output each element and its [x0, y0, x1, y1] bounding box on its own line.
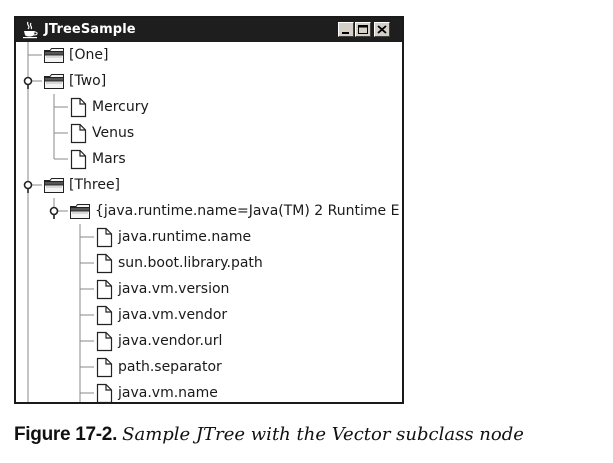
document-icon: [70, 149, 87, 170]
document-icon: [96, 357, 113, 378]
minimize-icon: [342, 32, 349, 34]
tree-leaf-node-label[interactable]: java.vendor.url: [118, 332, 222, 350]
close-button[interactable]: [374, 22, 390, 37]
tree-leaf-node-label[interactable]: Mars: [92, 150, 126, 168]
tree-folder-node-label[interactable]: {java.runtime.name=Java(TM) 2 Runtime E: [95, 202, 399, 220]
close-icon: [377, 25, 387, 34]
tree-view[interactable]: [One] [Two] Mercury Venus Mars [Three] {java.r…: [16, 42, 402, 402]
expand-handle-icon[interactable]: [23, 180, 33, 194]
maximize-icon: [358, 25, 368, 34]
jtree-sample-window: JTreeSample [One] [Two] Mercury Venus Mars [T…: [14, 16, 404, 404]
tree-folder-node-label[interactable]: [Three]: [69, 176, 120, 194]
folder-icon: [44, 48, 64, 63]
minimize-button[interactable]: [338, 22, 354, 37]
document-icon: [96, 227, 113, 248]
tree-leaf-node-label[interactable]: sun.boot.library.path: [118, 254, 263, 272]
document-icon: [96, 383, 113, 402]
title-bar[interactable]: JTreeSample: [16, 18, 402, 42]
figure-number: Figure 17-2.: [14, 424, 118, 445]
tree-leaf-node-label[interactable]: java.vm.name: [118, 384, 218, 402]
document-icon: [96, 279, 113, 300]
folder-icon: [44, 74, 64, 89]
tree-folder-node-label[interactable]: [One]: [69, 46, 108, 64]
document-icon: [96, 253, 113, 274]
window-title: JTreeSample: [44, 22, 136, 37]
document-icon: [96, 305, 113, 326]
document-icon: [70, 97, 87, 118]
figure-caption-text: Sample JTree with the Vector subclass no…: [122, 424, 524, 445]
tree-leaf-node-label[interactable]: java.vm.vendor: [118, 306, 227, 324]
folder-icon: [44, 178, 64, 193]
tree-folder-node-label[interactable]: [Two]: [69, 72, 106, 90]
tree-leaf-node-label[interactable]: java.runtime.name: [118, 228, 251, 246]
tree-leaf-node-label[interactable]: java.vm.version: [118, 280, 229, 298]
tree-leaf-node-label[interactable]: path.separator: [118, 358, 222, 376]
expand-handle-icon[interactable]: [23, 76, 33, 90]
java-cup-icon: [23, 21, 38, 39]
document-icon: [96, 331, 113, 352]
maximize-button[interactable]: [355, 22, 371, 37]
tree-leaf-node-label[interactable]: Mercury: [92, 98, 149, 116]
tree-leaf-node-label[interactable]: Venus: [92, 124, 134, 142]
folder-icon: [70, 204, 90, 219]
expand-handle-icon[interactable]: [49, 206, 59, 220]
figure-caption: Figure 17-2. Sample JTree with the Vecto…: [14, 424, 524, 446]
document-icon: [70, 123, 87, 144]
